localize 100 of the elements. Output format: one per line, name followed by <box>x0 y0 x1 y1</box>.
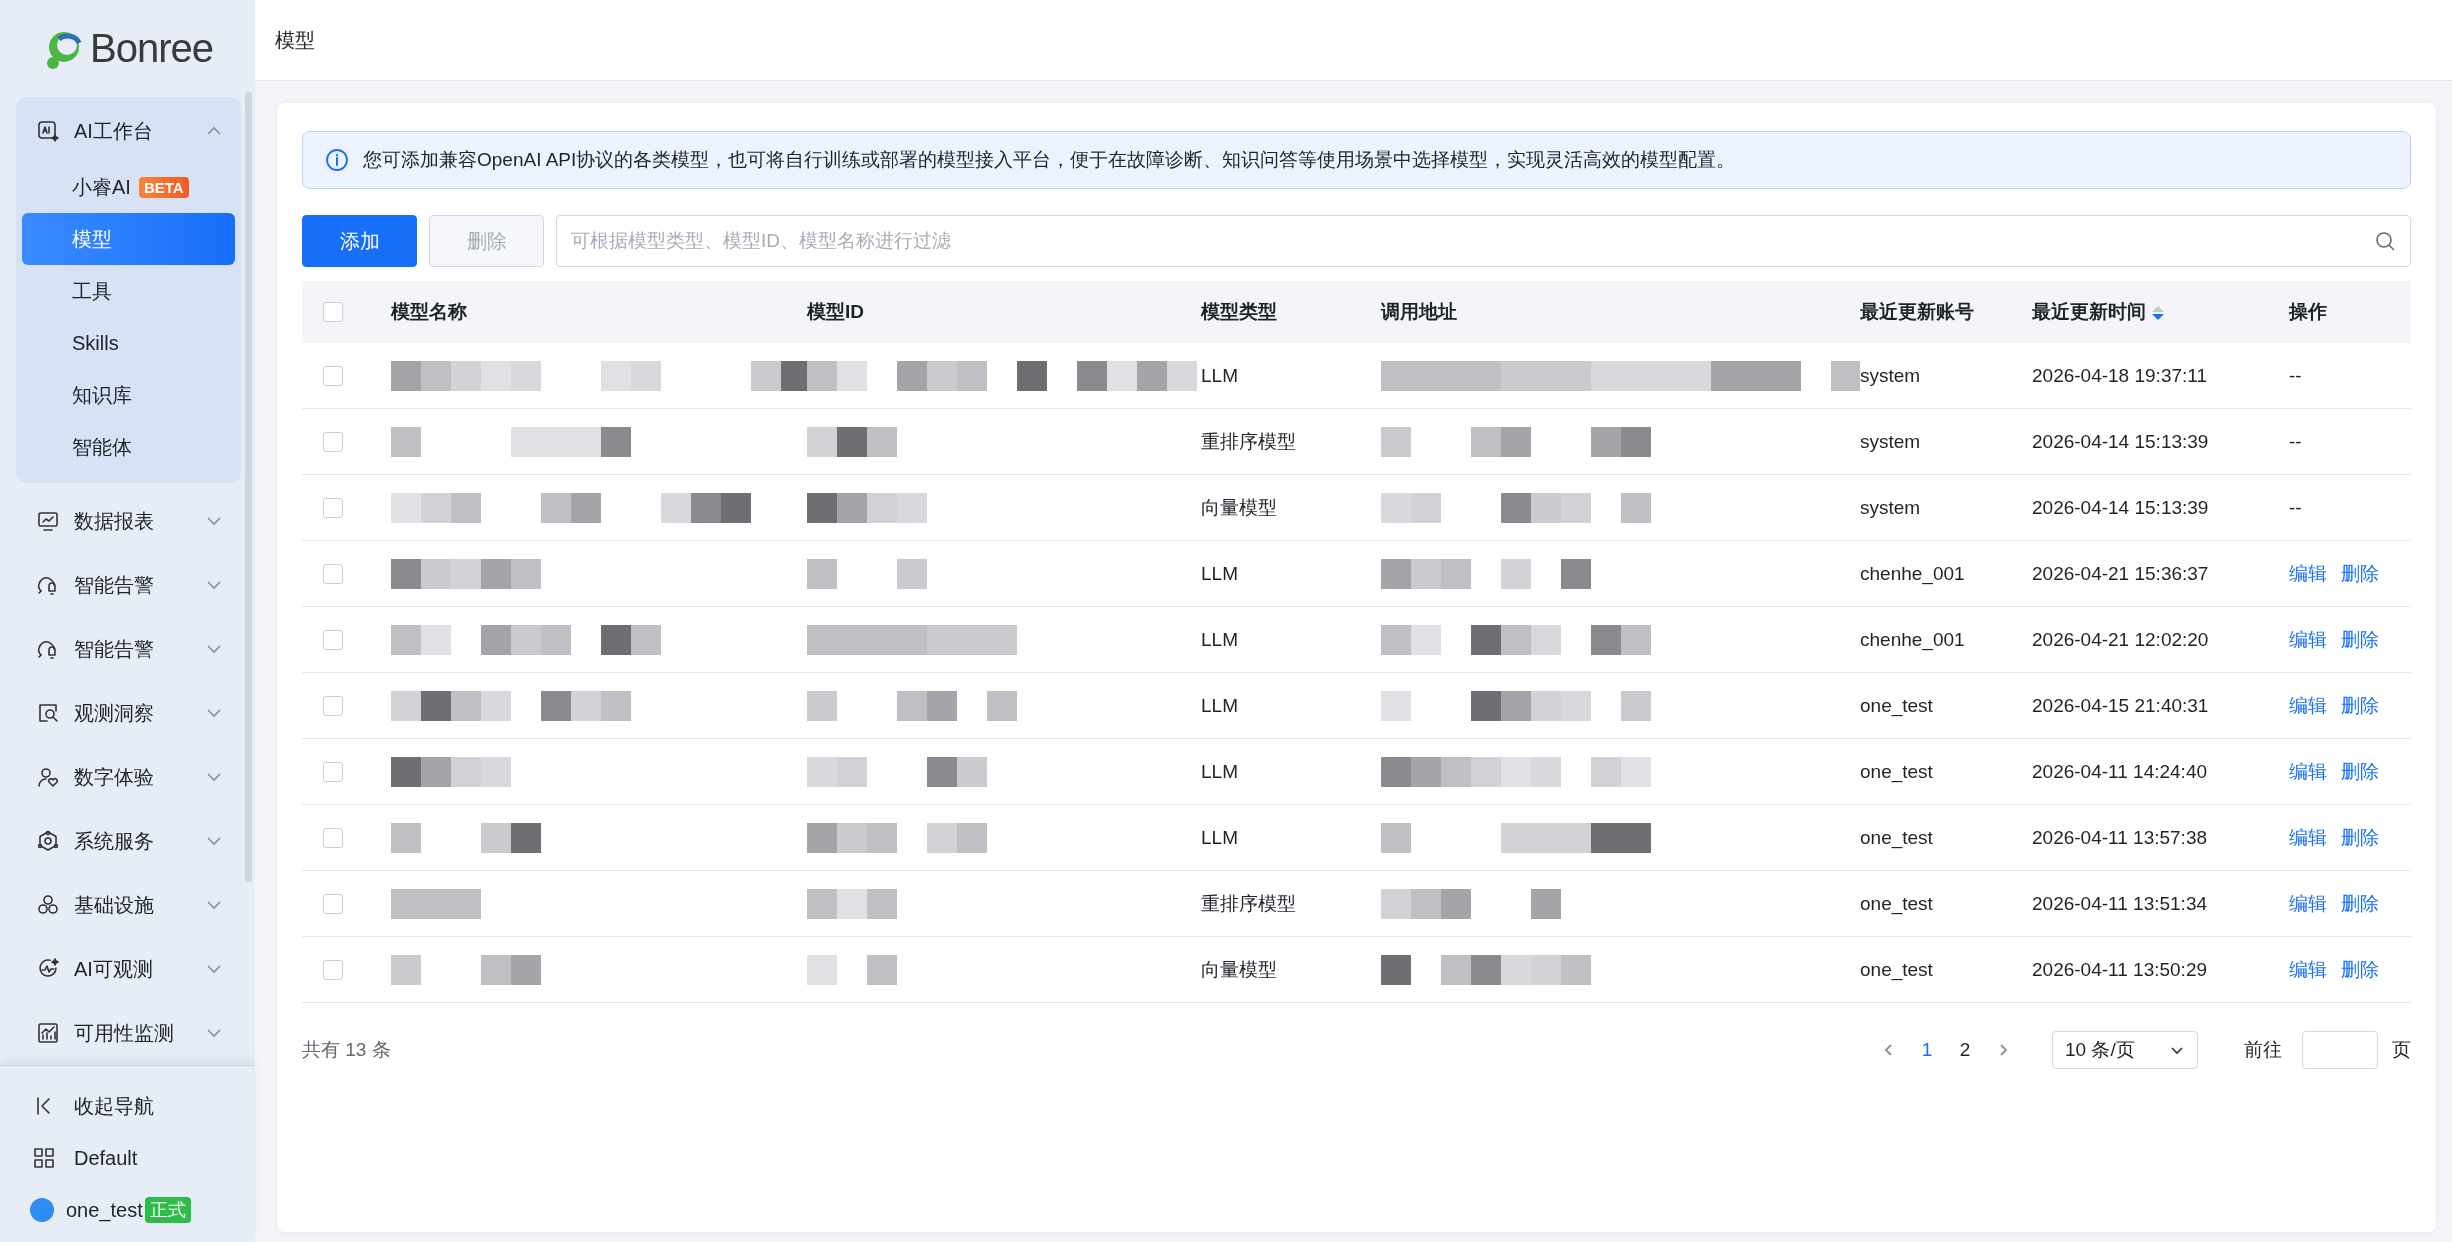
three-circles-icon <box>36 893 60 917</box>
action-link[interactable]: 删除 <box>2341 958 2379 980</box>
action-link[interactable]: 编辑 <box>2289 958 2327 980</box>
role-badge: 正式 <box>144 1197 191 1223</box>
nav-group-header[interactable]: 系统服务 <box>16 809 241 873</box>
table-cell: 2026-04-21 12:02:20 <box>2032 628 2209 650</box>
table-cell: -- <box>2289 430 2302 452</box>
monitor-chart-icon <box>36 509 60 533</box>
action-link[interactable]: 编辑 <box>2289 562 2327 584</box>
checkbox[interactable] <box>323 893 343 914</box>
nav-item-label: Skills <box>72 331 119 355</box>
checkbox[interactable] <box>323 497 343 518</box>
table-cell: 2026-04-18 19:37:11 <box>2032 364 2208 386</box>
nav-group-header[interactable]: AI可观测 <box>16 937 241 1001</box>
nav-group-header[interactable]: 智能告警 <box>16 617 241 681</box>
table-cell: LLM <box>1201 826 1238 848</box>
avatar-icon[interactable] <box>30 1198 54 1222</box>
table-cell: system <box>1860 430 1921 452</box>
nav-item[interactable]: 知识库 <box>22 369 235 421</box>
nav-group-header[interactable]: 智能告警 <box>16 553 241 617</box>
table-cell: 2026-04-14 15:13:39 <box>2032 430 2209 452</box>
person-heart-icon <box>36 765 60 789</box>
table-cell: system <box>1860 496 1921 518</box>
table-cell: 2026-04-11 13:57:38 <box>2032 826 2208 848</box>
page-number[interactable]: 1 <box>1908 1039 1946 1061</box>
action-link[interactable]: 编辑 <box>2289 892 2327 914</box>
table-cell: LLM <box>1201 760 1238 782</box>
search-icon <box>2373 229 2397 253</box>
action-link[interactable]: 删除 <box>2341 562 2379 584</box>
action-link[interactable]: 删除 <box>2341 628 2379 650</box>
nav-item-label: 模型 <box>72 226 112 252</box>
table-cell: 2026-04-11 13:51:34 <box>2032 892 2208 914</box>
info-text: 您可添加兼容OpenAI API协议的各类模型，也可将自行训练或部署的模型接入平台，便于在故障诊断、知识问答等使用场景中选择模型，实现灵活高效的模型配置。 <box>363 148 1736 172</box>
checkbox[interactable] <box>323 365 343 386</box>
column-header: 最近更新账号 <box>1860 301 1974 322</box>
nav-group-header[interactable]: 数字体验 <box>16 745 241 809</box>
goto-label: 前往 <box>2244 1038 2282 1062</box>
table-cell: 2026-04-15 21:40:31 <box>2032 694 2209 716</box>
add-button[interactable]: 添加 <box>302 215 417 267</box>
nav-item-label: 小睿AI <box>72 174 131 200</box>
logo-text: Bonree <box>90 26 213 71</box>
nav-group-header[interactable]: 数据报表 <box>16 489 241 553</box>
beta-badge: BETA <box>138 176 189 198</box>
nav-item[interactable]: 智能体 <box>22 421 235 473</box>
sidebar-footer-item[interactable]: 收起导航 <box>0 1080 255 1132</box>
nav-item[interactable]: Skills <box>22 317 235 369</box>
checkbox[interactable] <box>323 431 343 452</box>
page-title: 模型 <box>275 27 315 53</box>
total-count: 共有 13 条 <box>302 1038 392 1062</box>
checkbox[interactable] <box>323 563 343 584</box>
magnifier-frame-icon <box>36 701 60 725</box>
table-cell: LLM <box>1201 628 1238 650</box>
nav-item-label: 智能体 <box>72 434 132 460</box>
page-number[interactable]: 2 <box>1946 1039 1984 1061</box>
table-cell: 重排序模型 <box>1201 892 1296 914</box>
checkbox[interactable] <box>323 302 343 322</box>
nav-group-header[interactable]: 基础设施 <box>16 873 241 937</box>
column-header: 调用地址 <box>1381 301 1457 322</box>
nav-item[interactable]: 工具 <box>22 265 235 317</box>
column-header: 模型ID <box>807 301 864 322</box>
scrollbar[interactable] <box>245 92 252 882</box>
action-link[interactable]: 删除 <box>2341 892 2379 914</box>
table-cell: one_test <box>1860 826 1933 848</box>
column-header[interactable]: 最近更新时间 <box>2032 301 2146 322</box>
table-cell: one_test <box>1860 892 1933 914</box>
table-cell: LLM <box>1201 694 1238 716</box>
nav-item[interactable]: 小睿AI BETA <box>22 161 235 213</box>
table-cell: -- <box>2289 364 2302 386</box>
sort-icon[interactable] <box>2152 306 2164 320</box>
sidebar-footer-item[interactable]: Default <box>0 1132 255 1184</box>
table-cell: LLM <box>1201 364 1238 386</box>
user-name: one_test <box>66 1198 143 1222</box>
nav-group-header[interactable]: 观测洞察 <box>16 681 241 745</box>
nav-group-header[interactable]: 可用性监测 <box>16 1001 241 1065</box>
action-link[interactable]: 编辑 <box>2289 760 2327 782</box>
action-link[interactable]: 编辑 <box>2289 826 2327 848</box>
checkbox[interactable] <box>323 695 343 716</box>
table-cell: one_test <box>1860 958 1933 980</box>
action-link[interactable]: 删除 <box>2341 694 2379 716</box>
nav-group-header[interactable]: AI工作台 <box>16 101 241 161</box>
action-link[interactable]: 编辑 <box>2289 628 2327 650</box>
hexagon-nodes-icon <box>36 829 60 853</box>
table-cell: chenhe_001 <box>1860 562 1965 584</box>
column-header: 模型类型 <box>1201 301 1277 322</box>
checkbox[interactable] <box>323 629 343 650</box>
table-cell: 2026-04-21 15:36:37 <box>2032 562 2209 584</box>
checkbox[interactable] <box>323 959 343 980</box>
action-link[interactable]: 删除 <box>2341 826 2379 848</box>
table-cell: -- <box>2289 496 2302 518</box>
checkbox[interactable] <box>323 761 343 782</box>
grid-icon <box>32 1146 56 1170</box>
page-input[interactable] <box>2302 1031 2378 1069</box>
nav-item[interactable]: 模型 <box>22 213 235 265</box>
nav-item-label: 工具 <box>72 278 112 304</box>
action-link[interactable]: 编辑 <box>2289 694 2327 716</box>
table-cell: 向量模型 <box>1201 958 1277 980</box>
search-field[interactable]: 可根据模型类型、模型ID、模型名称进行过滤 <box>556 215 2411 267</box>
page-size-select[interactable]: 10 条/页 <box>2052 1031 2198 1069</box>
checkbox[interactable] <box>323 827 343 848</box>
action-link[interactable]: 删除 <box>2341 760 2379 782</box>
